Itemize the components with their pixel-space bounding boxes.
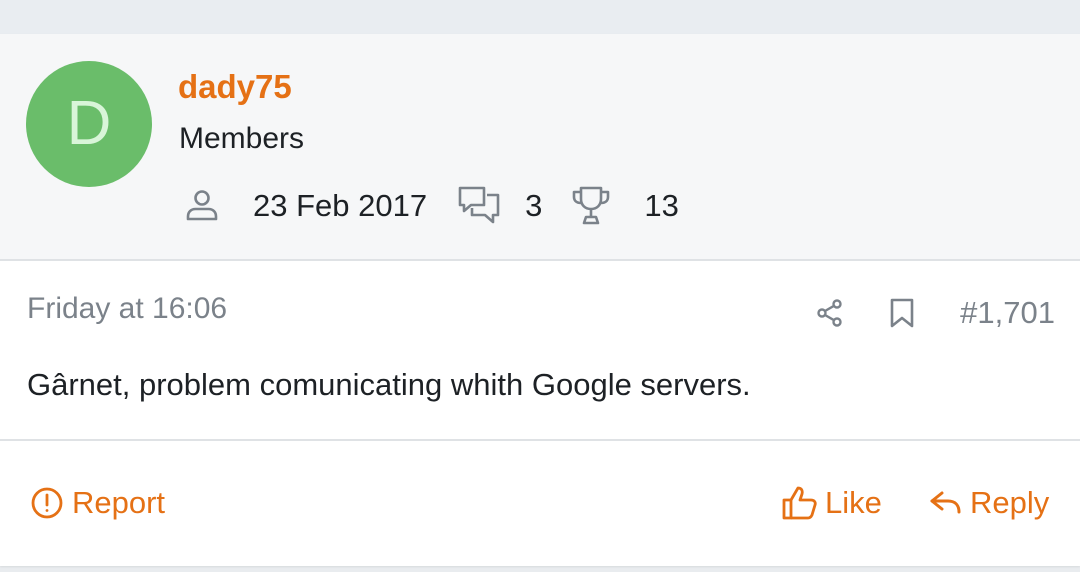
username-link[interactable]: dady75 [178,68,292,106]
share-icon[interactable] [815,298,845,328]
post-actions: Report Like Reply [0,443,1080,566]
message-count: 3 [525,188,543,223]
post-body: Friday at 16:06 #1,701 Gârnet, problem c… [0,261,1080,441]
post-date-link[interactable]: Friday at 16:06 [27,292,227,326]
report-label: Report [72,485,166,520]
avatar[interactable]: D [26,61,152,187]
joined-date: 23 Feb 2017 [253,188,428,223]
author-panel: D dady75 Members 23 Feb 2017 3 13 [0,34,1080,261]
alert-circle-icon [30,486,64,520]
reply-icon [929,488,963,518]
forum-post: D dady75 Members 23 Feb 2017 3 13 Friday… [0,34,1080,566]
like-button[interactable]: Like [781,485,882,521]
report-button[interactable]: Report [30,485,165,521]
user-stats: 23 Feb 2017 3 13 [184,184,679,228]
thumbs-up-icon [781,485,819,521]
post-number-link[interactable]: #1,701 [960,295,1055,331]
reply-button[interactable]: Reply [929,485,1049,521]
like-label: Like [825,485,882,520]
user-icon [184,188,220,224]
points-count: 13 [644,188,679,223]
bookmark-icon[interactable] [889,298,915,328]
top-strip [0,0,1080,34]
post-tools: #1,701 [815,289,1055,337]
comments-icon [457,185,501,227]
trophy-icon [570,185,612,227]
user-title: Members [179,122,305,155]
reply-label: Reply [970,485,1050,520]
post-message: Gârnet, problem comunicating whith Googl… [27,367,751,402]
